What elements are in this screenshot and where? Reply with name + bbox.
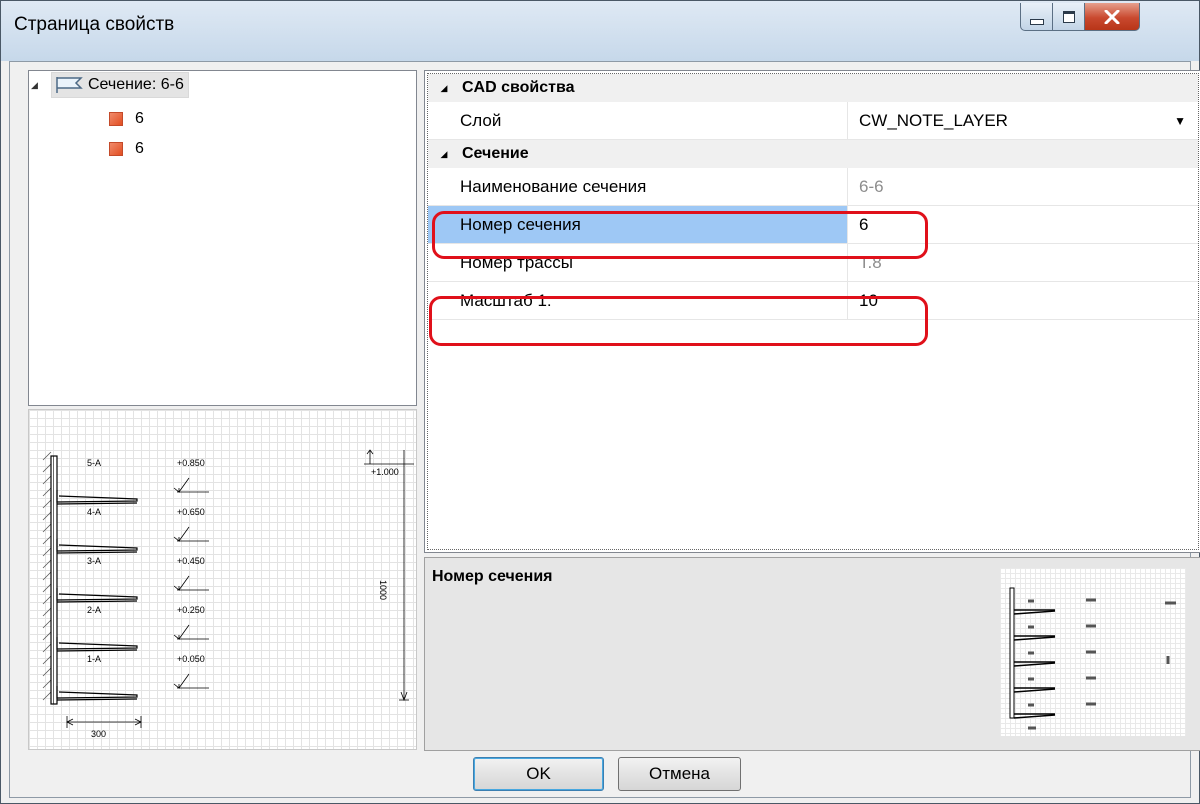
description-title: Номер сечения xyxy=(432,568,553,585)
square-icon xyxy=(109,142,123,156)
tier-label: 3-A xyxy=(87,556,101,566)
property-row-section-name[interactable]: Наименование сечения 6-6 xyxy=(428,168,1198,206)
property-row-section-number[interactable]: Номер сечения 6 xyxy=(428,206,1198,244)
ok-button[interactable]: OK xyxy=(473,757,604,791)
tray-bottom-line xyxy=(56,551,138,554)
close-button[interactable] xyxy=(1084,3,1140,31)
property-row-scale[interactable]: Масштаб 1: 10 xyxy=(428,282,1198,320)
category-label: CAD свойства xyxy=(462,79,575,96)
cable-tray xyxy=(56,686,138,699)
tier-elevation-label: +0.450 xyxy=(177,556,205,566)
close-icon xyxy=(1104,9,1120,24)
category-cad-properties[interactable]: ◢ CAD свойства xyxy=(428,74,1198,102)
tier-elevation-label: +0.250 xyxy=(177,605,205,615)
category-section[interactable]: ◢ Сечение xyxy=(428,140,1198,168)
property-row-route-number[interactable]: Номер трассы Т.8 xyxy=(428,244,1198,282)
elevation-arrow xyxy=(173,575,209,591)
tray-bottom-line xyxy=(56,649,138,652)
section-tree[interactable]: ◢ Сечение: 6-6 6 6 xyxy=(28,70,417,406)
section-drawing: 5-A +0.850 4-A +0.650 3-A +0.450 2-A +0.250 1-A +… xyxy=(42,449,414,739)
property-row-layer[interactable]: Слой CW_NOTE_LAYER ▼ xyxy=(428,102,1198,140)
description-thumbnail xyxy=(1000,568,1186,736)
top-elevation-mark xyxy=(364,449,414,702)
property-value: CW_NOTE_LAYER xyxy=(859,110,1008,130)
elevation-arrow xyxy=(173,673,209,689)
tray-bottom-line xyxy=(56,502,138,505)
property-name: Слой xyxy=(428,102,848,139)
tier-labels-group: 5-A +0.850 4-A +0.650 3-A +0.450 2-A +0.250 1-A +… xyxy=(87,458,205,664)
tray-bottom-line xyxy=(56,698,138,701)
tier-label: 1-A xyxy=(87,654,101,664)
square-icon xyxy=(109,112,123,126)
maximize-button[interactable] xyxy=(1052,3,1085,31)
property-name: Номер сечения xyxy=(428,206,848,243)
category-label: Сечение xyxy=(462,145,529,162)
minimize-button[interactable] xyxy=(1020,3,1053,31)
collapse-icon[interactable]: ◢ xyxy=(31,80,51,91)
width-dimension xyxy=(66,716,142,728)
elevation-arrow xyxy=(173,477,209,493)
property-grid[interactable]: ◢ CAD свойства Слой CW_NOTE_LAYER ▼ ◢ Се… xyxy=(424,70,1200,553)
tier-label: 5-A xyxy=(87,458,101,468)
tier-elevation-label: +0.050 xyxy=(177,654,205,664)
dropdown-arrow-icon[interactable]: ▼ xyxy=(1174,114,1186,128)
section-icon xyxy=(56,77,83,93)
height-dimension-label: 1000 xyxy=(378,580,388,600)
tier-label: 4-A xyxy=(87,507,101,517)
property-page-window: Страница свойств ◢ Сечение: 6-6 6 6 5-A … xyxy=(0,0,1200,804)
description-panel: Номер сечения xyxy=(424,557,1200,751)
tree-node-child[interactable]: 6 xyxy=(109,137,144,161)
width-dimension-label: 300 xyxy=(91,729,106,739)
tree-node-label: Сечение: 6-6 xyxy=(88,76,184,93)
section-number-input[interactable]: 6 xyxy=(848,206,1198,243)
collapse-icon[interactable]: ◢ xyxy=(434,83,454,94)
layer-dropdown[interactable]: CW_NOTE_LAYER ▼ xyxy=(848,102,1198,139)
cable-tray xyxy=(56,637,138,650)
maximize-icon xyxy=(1062,10,1075,23)
section-preview: 5-A +0.850 4-A +0.650 3-A +0.450 2-A +0.250 1-A +… xyxy=(28,409,417,750)
support-post xyxy=(50,455,58,705)
cancel-button[interactable]: Отмена xyxy=(618,757,741,791)
collapse-icon[interactable]: ◢ xyxy=(434,149,454,160)
tree-node-child-label: 6 xyxy=(135,110,144,127)
cable-tray xyxy=(56,539,138,552)
property-name: Масштаб 1: xyxy=(428,282,848,319)
tier-label: 2-A xyxy=(87,605,101,615)
scale-input[interactable]: 10 xyxy=(848,282,1198,319)
dialog-content: ◢ Сечение: 6-6 6 6 5-A +0.850 4-A +0.650… xyxy=(9,61,1200,798)
top-elevation-label: +1.000 xyxy=(371,467,399,477)
tray-bottom-line xyxy=(56,600,138,603)
property-name: Наименование сечения xyxy=(428,168,848,205)
property-name: Номер трассы xyxy=(428,244,848,281)
property-value: 6-6 xyxy=(859,176,884,196)
elevation-arrow xyxy=(173,526,209,542)
tree-node-child[interactable]: 6 xyxy=(109,107,144,131)
tier-elevation-label: +0.650 xyxy=(177,507,205,517)
tree-node-selection[interactable]: Сечение: 6-6 xyxy=(51,72,189,98)
minimize-icon xyxy=(1029,18,1044,25)
elevation-arrow xyxy=(173,624,209,640)
cable-tray xyxy=(56,588,138,601)
tier-elevation-label: +0.850 xyxy=(177,458,205,468)
window-title: Страница свойств xyxy=(14,14,175,35)
property-grid-inner: ◢ CAD свойства Слой CW_NOTE_LAYER ▼ ◢ Се… xyxy=(427,73,1199,550)
thumbnail-drawing xyxy=(1009,587,1176,730)
tree-node-section[interactable]: ◢ Сечение: 6-6 xyxy=(31,72,189,98)
property-value: Т.8 xyxy=(859,252,882,272)
cable-tray xyxy=(56,490,138,503)
title-bar[interactable]: Страница свойств xyxy=(1,1,1199,61)
tree-node-child-label: 6 xyxy=(135,140,144,157)
wall-hatch xyxy=(42,451,52,701)
